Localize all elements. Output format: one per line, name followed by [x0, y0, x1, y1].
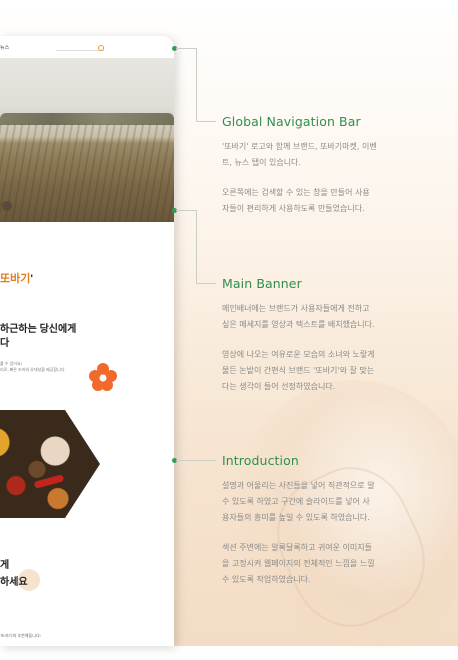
gnb-connector-line-end — [196, 121, 216, 122]
section-title-introduction: Introduction — [222, 453, 299, 468]
section-gnb-paragraph-2: 오른쪽에는 검색할 수 있는 창을 만들어 사용 자들이 편리하게 사용하도록 … — [222, 188, 370, 213]
banner-connector-line-vertical — [196, 210, 197, 283]
gnb-connector-line — [176, 48, 196, 49]
banner-girl-figure — [2, 201, 12, 211]
section-banner-paragraph-2: 영상에 나오는 여유로운 모습의 소녀와 노랗게 물든 논밭이 간편식 브랜드 … — [222, 350, 375, 391]
mockup-nav-news-tab[interactable]: 뉴스 — [0, 44, 9, 51]
mockup-footer-text: '또바기'와 추천해줍니다! — [0, 633, 41, 638]
intro-connector-line — [176, 460, 216, 461]
mockup-brand-title: 또바기' — [0, 270, 33, 286]
banner-connector-line — [176, 210, 196, 211]
mockup-global-nav-bar: 뉴스 — [0, 36, 174, 58]
orange-flower-icon — [89, 363, 117, 391]
website-mockup: 뉴스 또바기' 하근하는 당신에게 다 를 수 있어요! 리로, 빠른 조리와 … — [0, 36, 174, 646]
mockup-main-banner-image — [0, 58, 174, 222]
brand-name: 또바기 — [0, 273, 31, 285]
banner-connector-line-end — [196, 283, 216, 284]
section-gnb-paragraph-1: '또바기' 로고와 함께 브랜드, 또바기마켓, 이벤 트, 뉴스 탭이 있습니… — [222, 142, 377, 167]
bottom-heading-line2: 하세요 — [0, 577, 28, 588]
section-intro-paragraph-1: 설명과 어울리는 사진들을 넣어 직관적으로 알 수 있도록 하였고 구간에 슬… — [222, 481, 375, 522]
mockup-intro-heading: 하근하는 당신에게 다 — [0, 324, 77, 349]
section-banner-paragraph-1: 메인배너에는 브랜드가 사용자들에게 전하고 싶은 메세지를 영상과 텍스트를 … — [222, 304, 375, 329]
section-title-main-banner: Main Banner — [222, 276, 302, 291]
section-title-gnb: Global Navigation Bar — [222, 114, 361, 129]
search-icon[interactable] — [98, 45, 104, 51]
mockup-spices-hexagon-image — [0, 410, 100, 518]
mockup-intro-subtext: 를 수 있어요! 리로, 빠른 조리와 유대성을 제공합니다. — [0, 361, 66, 372]
bottom-heading-line1: 게 — [0, 560, 10, 571]
mockup-search-input[interactable] — [56, 46, 104, 51]
mockup-bottom-heading: 게 하세요 — [0, 557, 28, 591]
section-intro-paragraph-2: 섹션 주변에는 알록달록하고 귀여운 이미지들 을 고정시켜 웹페이지의 전체적… — [222, 543, 375, 584]
gnb-connector-line-vertical — [196, 48, 197, 121]
brand-quote: ' — [30, 273, 33, 285]
banner-wheat-field — [0, 124, 174, 222]
